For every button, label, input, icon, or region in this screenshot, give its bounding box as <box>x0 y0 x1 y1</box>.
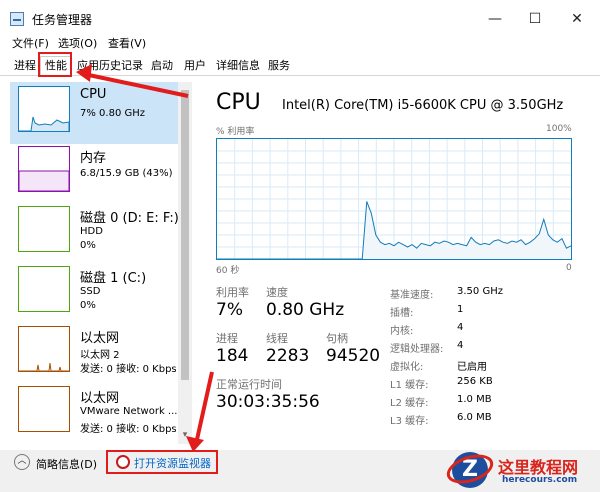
annotation-arrows <box>76 64 214 452</box>
arrow-to-monitor <box>194 371 214 445</box>
arrow-to-tab <box>83 72 189 98</box>
arrow-head-tab <box>76 64 92 82</box>
arrow-head-monitor <box>186 436 204 452</box>
